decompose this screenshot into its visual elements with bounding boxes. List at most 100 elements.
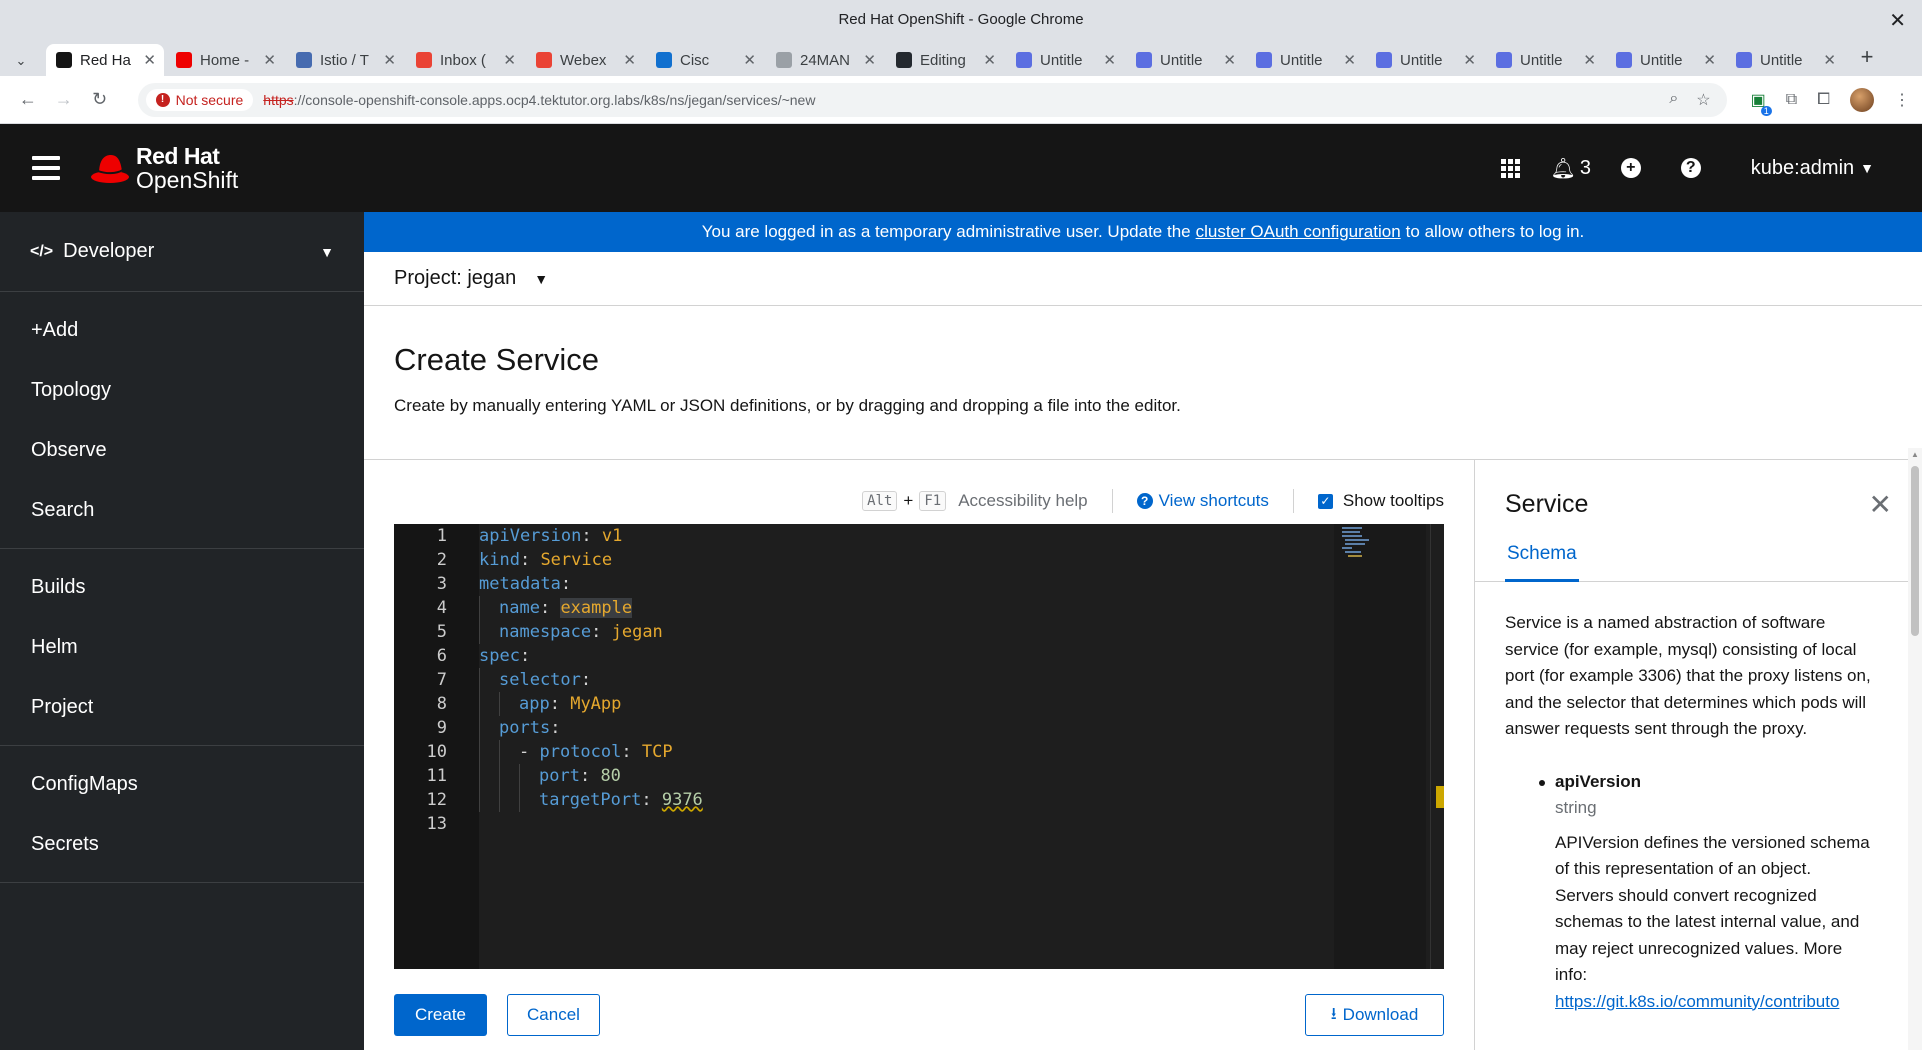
code-line[interactable]: targetPort: 9376 bbox=[479, 788, 703, 812]
sidebar-item-observe[interactable]: Observe bbox=[0, 420, 364, 480]
project-selector[interactable]: Project: jegan ▼ bbox=[364, 252, 1922, 306]
code-line[interactable]: app: MyApp bbox=[479, 692, 703, 716]
sidebar-item-topology[interactable]: Topology bbox=[0, 360, 364, 420]
browser-tab[interactable]: Home - ✕ bbox=[166, 44, 284, 76]
brand-logo[interactable]: Red Hat OpenShift bbox=[90, 144, 238, 192]
code-line[interactable]: kind: Service bbox=[479, 548, 703, 572]
browser-tab[interactable]: Untitle ✕ bbox=[1606, 44, 1724, 76]
tab-close-icon[interactable]: ✕ bbox=[1583, 51, 1596, 69]
tab-search-icon[interactable]: ⌄ bbox=[8, 46, 34, 76]
line-number-gutter: 1 2 3 4 5 6 7 8 9 10 11 12 13 bbox=[394, 524, 479, 969]
code-line[interactable]: metadata: bbox=[479, 572, 703, 596]
help-icon[interactable]: ? bbox=[1661, 158, 1721, 178]
notifications-button[interactable]: 🔔︎ 3 bbox=[1541, 156, 1601, 181]
address-bar[interactable]: ! Not secure https://console-openshift-c… bbox=[137, 82, 1727, 117]
quick-create-icon[interactable]: + bbox=[1601, 158, 1661, 178]
sidebar-item-builds[interactable]: Builds bbox=[0, 557, 364, 617]
back-icon[interactable]: ← bbox=[12, 84, 44, 116]
browser-tab[interactable]: Inbox (✕ bbox=[406, 44, 524, 76]
code-line[interactable]: spec: bbox=[479, 644, 703, 668]
extension-icon[interactable]: ▣ 1 bbox=[1751, 90, 1772, 116]
yaml-key: kind bbox=[479, 550, 520, 570]
browser-tab[interactable]: Untitle ✕ bbox=[1726, 44, 1844, 76]
code-line[interactable]: apiVersion: v1 bbox=[479, 524, 703, 548]
url-scheme: https bbox=[263, 91, 294, 108]
tab-close-icon[interactable]: ✕ bbox=[1703, 51, 1716, 69]
editor-scrollbar[interactable] bbox=[1430, 524, 1444, 969]
browser-tab[interactable]: Untitle ✕ bbox=[1246, 44, 1364, 76]
tab-close-icon[interactable]: ✕ bbox=[383, 51, 396, 69]
tab-close-icon[interactable]: ✕ bbox=[983, 51, 996, 69]
hamburger-menu-icon[interactable] bbox=[32, 156, 60, 180]
tab-label: 24MAN bbox=[800, 51, 851, 69]
browser-tab[interactable]: Untitle ✕ bbox=[1486, 44, 1604, 76]
code-line[interactable]: - protocol: TCP bbox=[479, 740, 703, 764]
sidebar-item-secrets[interactable]: Secrets bbox=[0, 814, 364, 874]
reload-icon[interactable]: ↻ bbox=[84, 84, 116, 116]
tab-schema[interactable]: Schema bbox=[1505, 532, 1579, 582]
tab-close-icon[interactable]: ✕ bbox=[1223, 51, 1236, 69]
tab-close-icon[interactable]: ✕ bbox=[863, 51, 876, 69]
url-text[interactable]: https://console-openshift-console.apps.o… bbox=[263, 92, 815, 108]
code-line[interactable]: ports: bbox=[479, 716, 703, 740]
tab-close-icon[interactable]: ✕ bbox=[143, 51, 156, 69]
field-info-link[interactable]: https://git.k8s.io/community/contributo bbox=[1555, 989, 1874, 1016]
browser-tab[interactable]: Cisc ✕ bbox=[646, 44, 764, 76]
oauth-config-link[interactable]: cluster OAuth configuration bbox=[1196, 222, 1401, 242]
editor-minimap[interactable] bbox=[1334, 524, 1426, 969]
sidebar-item-configmaps[interactable]: ConfigMaps bbox=[0, 754, 364, 814]
browser-tab[interactable]: Untitle ✕ bbox=[1126, 44, 1244, 76]
browser-tab[interactable]: Istio / T ✕ bbox=[286, 44, 404, 76]
browser-tab[interactable]: Webex ✕ bbox=[526, 44, 644, 76]
tab-close-icon[interactable]: ✕ bbox=[743, 51, 756, 69]
bookmark-star-icon[interactable]: ☆ bbox=[1696, 90, 1710, 110]
zoom-icon[interactable]: ⌕ bbox=[1669, 90, 1678, 110]
browser-tab[interactable]: Editing ✕ bbox=[886, 44, 1004, 76]
browser-tab[interactable]: Untitle ✕ bbox=[1006, 44, 1124, 76]
tab-close-icon[interactable]: ✕ bbox=[623, 51, 636, 69]
tab-close-icon[interactable]: ✕ bbox=[1463, 51, 1476, 69]
admin-banner: You are logged in as a temporary adminis… bbox=[364, 212, 1922, 252]
new-tab-button[interactable]: + bbox=[1852, 42, 1882, 72]
browser-tab[interactable]: 24MAN ✕ bbox=[766, 44, 884, 76]
accessibility-help-label: Accessibility help bbox=[958, 491, 1088, 510]
sidebar-item-search[interactable]: Search bbox=[0, 480, 364, 540]
browser-tab[interactable]: Untitle ✕ bbox=[1366, 44, 1484, 76]
download-button[interactable]: ⭳ Download bbox=[1305, 994, 1444, 1036]
tab-close-icon[interactable]: ✕ bbox=[263, 51, 276, 69]
sidebar-item-project[interactable]: Project bbox=[0, 677, 364, 737]
user-menu[interactable]: kube:admin ▼ bbox=[1751, 157, 1874, 180]
code-line[interactable] bbox=[479, 812, 703, 836]
browser-tab[interactable]: Red Ha ✕ bbox=[46, 44, 164, 76]
page-scrollbar[interactable]: ▲ bbox=[1908, 448, 1922, 1050]
extensions-puzzle-icon[interactable]: ⧠ bbox=[1817, 91, 1830, 109]
download-label: Download bbox=[1342, 1005, 1419, 1024]
chrome-menu-icon[interactable]: ⋮ bbox=[1894, 90, 1910, 110]
close-icon[interactable]: ✕ bbox=[1869, 488, 1892, 521]
perspective-switcher[interactable]: </> Developer ▼ bbox=[0, 212, 364, 292]
cancel-button[interactable]: Cancel bbox=[507, 994, 600, 1036]
field-type: string bbox=[1555, 798, 1597, 817]
window-close-icon[interactable]: ✕ bbox=[1889, 8, 1906, 33]
profile-avatar[interactable] bbox=[1850, 87, 1874, 112]
code-lines[interactable]: apiVersion: v1 kind: Service metadata: name… bbox=[479, 524, 703, 836]
code-line[interactable]: name: example bbox=[479, 596, 703, 620]
security-chip[interactable]: ! Not secure bbox=[145, 88, 254, 111]
view-shortcuts-button[interactable]: ? View shortcuts bbox=[1136, 491, 1269, 511]
code-line[interactable]: namespace: jegan bbox=[479, 620, 703, 644]
tab-close-icon[interactable]: ✕ bbox=[1103, 51, 1116, 69]
forward-icon[interactable]: → bbox=[48, 84, 80, 116]
tab-close-icon[interactable]: ✕ bbox=[503, 51, 516, 69]
show-tooltips-checkbox[interactable]: ✓ Show tooltips bbox=[1317, 491, 1444, 511]
tab-close-icon[interactable]: ✕ bbox=[1823, 51, 1836, 69]
code-line[interactable]: selector: bbox=[479, 668, 703, 692]
tab-close-icon[interactable]: ✕ bbox=[1343, 51, 1356, 69]
main-content: You are logged in as a temporary adminis… bbox=[364, 212, 1922, 1050]
sidebar-item-helm[interactable]: Helm bbox=[0, 617, 364, 677]
sidebar-item-add[interactable]: +Add bbox=[0, 300, 364, 360]
extension-2-icon[interactable]: ⧉ bbox=[1786, 91, 1797, 109]
create-button[interactable]: Create bbox=[394, 994, 487, 1036]
code-line[interactable]: port: 80 bbox=[479, 764, 703, 788]
app-launcher-icon[interactable] bbox=[1481, 158, 1541, 178]
code-editor[interactable]: 1 2 3 4 5 6 7 8 9 10 11 12 13 apiVersion: v1 kind: Se… bbox=[394, 524, 1444, 969]
